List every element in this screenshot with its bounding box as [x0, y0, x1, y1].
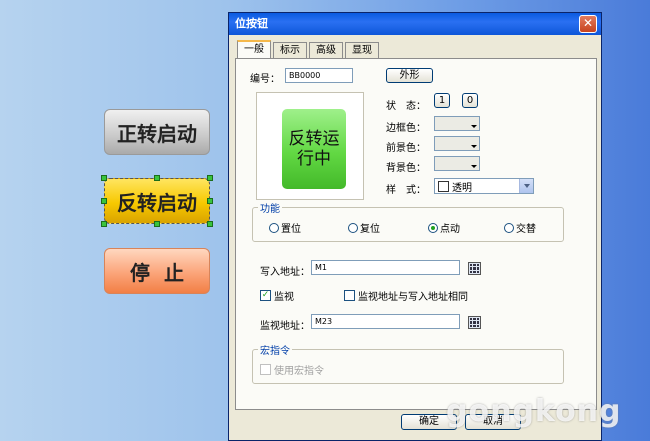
border-color-label: 边框色：	[386, 123, 426, 134]
button-preview: 反转运 行中	[256, 92, 364, 200]
state-label: 状 态：	[386, 101, 426, 112]
dialog-titlebar[interactable]: 位按钮 ✕	[229, 13, 601, 35]
resize-handle-ne[interactable]	[207, 175, 213, 181]
monitor-checkbox[interactable]: ✓ 监视	[260, 288, 294, 303]
monitor-label: 监视	[274, 292, 294, 303]
general-panel: 编号： BB0000 外形 反转运 行中 状 态： 1 0 边框色： 前景色： …	[235, 58, 597, 410]
radio-set[interactable]: 置位	[269, 220, 301, 235]
use-macro-label: 使用宏指令	[274, 366, 324, 377]
forward-start-button[interactable]: 正转启动	[104, 109, 210, 155]
fore-color-picker[interactable]	[434, 136, 480, 151]
radio-toggle[interactable]: 交替	[504, 220, 536, 235]
checkbox-box	[260, 364, 271, 375]
dialog-title: 位按钮	[235, 17, 268, 30]
write-address-field[interactable]: M1	[311, 260, 460, 275]
radio-toggle-label: 交替	[516, 224, 536, 235]
radio-set-label: 置位	[281, 224, 301, 235]
id-field[interactable]: BB0000	[285, 68, 353, 83]
radio-reset-dot	[348, 222, 358, 233]
calculator-icon[interactable]	[468, 262, 481, 275]
check-icon: ✓	[260, 290, 271, 301]
resize-handle-sw[interactable]	[101, 221, 107, 227]
same-address-label: 监视地址与写入地址相同	[358, 292, 468, 303]
tab-general[interactable]: 一般	[237, 40, 271, 58]
tab-advanced[interactable]: 高级	[309, 42, 343, 58]
radio-momentary-dot	[428, 222, 438, 233]
radio-momentary-label: 点动	[440, 224, 460, 235]
border-color-picker[interactable]	[434, 116, 480, 131]
style-select[interactable]: 透明	[434, 178, 534, 194]
tab-bar: 一般 标示 高级 显现	[237, 40, 381, 58]
use-macro-checkbox[interactable]: 使用宏指令	[260, 362, 324, 377]
tab-display[interactable]: 显现	[345, 42, 379, 58]
reverse-start-button[interactable]: 反转启动	[104, 178, 210, 224]
calculator-icon[interactable]	[468, 316, 481, 329]
preview-text-line1: 反转运	[288, 129, 340, 149]
transparent-swatch-icon	[438, 180, 449, 192]
write-address-label: 写入地址：	[260, 267, 310, 278]
bit-button-dialog: 位按钮 ✕ 一般 标示 高级 显现 编号： BB0000 外形 反转运 行中 状…	[228, 12, 602, 441]
checkbox-box	[344, 290, 355, 301]
monitor-address-field[interactable]: M23	[311, 314, 460, 329]
radio-reset-label: 复位	[360, 224, 380, 235]
id-label: 编号：	[250, 74, 280, 85]
function-group-title: 功能	[258, 200, 282, 215]
tab-label[interactable]: 标示	[273, 42, 307, 58]
resize-handle-s[interactable]	[154, 221, 160, 227]
shape-button[interactable]: 外形	[386, 68, 433, 83]
radio-set-dot	[269, 222, 279, 233]
watermark: gongkong	[446, 394, 622, 429]
style-label: 样 式：	[386, 185, 426, 196]
back-color-picker[interactable]	[434, 156, 480, 171]
preview-button-face: 反转运 行中	[282, 109, 346, 189]
resize-handle-se[interactable]	[207, 221, 213, 227]
macro-group-title: 宏指令	[258, 342, 292, 357]
resize-handle-n[interactable]	[154, 175, 160, 181]
radio-reset[interactable]: 复位	[348, 220, 380, 235]
monitor-address-label: 监视地址：	[260, 321, 310, 332]
back-color-label: 背景色：	[386, 163, 426, 174]
close-icon[interactable]: ✕	[579, 15, 597, 33]
stop-button[interactable]: 停止	[104, 248, 210, 294]
radio-toggle-dot	[504, 222, 514, 233]
resize-handle-nw[interactable]	[101, 175, 107, 181]
state-0-button[interactable]: 0	[462, 93, 478, 108]
chevron-down-icon[interactable]	[519, 179, 533, 193]
preview-text-line2: 行中	[297, 149, 331, 169]
state-1-button[interactable]: 1	[434, 93, 450, 108]
radio-momentary[interactable]: 点动	[428, 220, 460, 235]
fore-color-label: 前景色：	[386, 143, 426, 154]
resize-handle-e[interactable]	[207, 198, 213, 204]
style-value: 透明	[452, 182, 472, 194]
same-address-checkbox[interactable]: 监视地址与写入地址相同	[344, 288, 468, 303]
resize-handle-w[interactable]	[101, 198, 107, 204]
